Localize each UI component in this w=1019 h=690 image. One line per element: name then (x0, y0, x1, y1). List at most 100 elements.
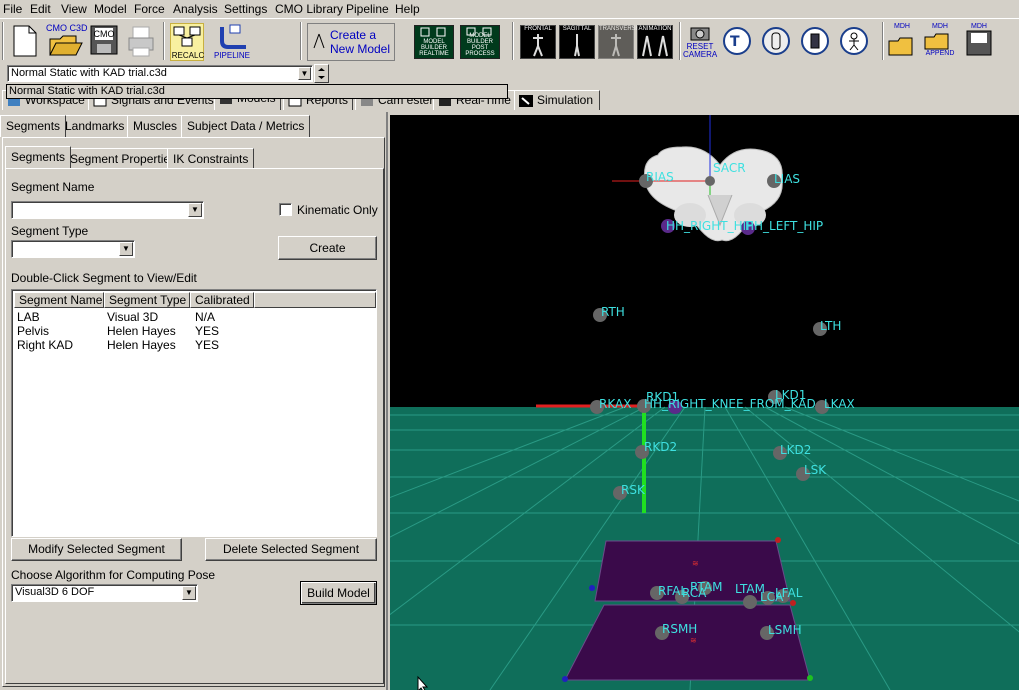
chevron-down-icon[interactable]: ▼ (182, 586, 196, 600)
recalc-button[interactable]: RECALC (170, 23, 204, 61)
build-model-button[interactable]: Build Model (300, 581, 377, 605)
trial-spin-button[interactable] (314, 64, 329, 83)
zoom-button-1[interactable]: T (723, 27, 751, 55)
marker-label: LSMH (768, 623, 802, 637)
inner-tab-segment-properties[interactable]: Segment Properties (64, 148, 183, 168)
zoom-button-3[interactable] (801, 27, 829, 55)
marker-label: SACR (713, 161, 746, 175)
tab-simulation[interactable]: Simulation (514, 90, 601, 110)
zoom-segment-icon (810, 33, 820, 49)
sagittal-view-button[interactable]: SAGITTAL (559, 25, 595, 59)
row-calibrated: YES (195, 324, 220, 338)
marker[interactable] (705, 176, 715, 186)
delete-selected-segment-button[interactable]: Delete Selected Segment (205, 538, 377, 561)
menu-cmo-library[interactable]: CMO Library (275, 2, 343, 16)
new-file-button[interactable] (9, 23, 39, 61)
mdh-label: MDH (894, 23, 910, 30)
menu-edit[interactable]: Edit (30, 2, 51, 16)
segment-list[interactable]: Segment Name Segment Type Calibrated LAB… (11, 289, 377, 537)
mdh-append-button[interactable]: MDH APPEND (922, 23, 958, 61)
marker-label: HH_RIGHT_HIP (666, 219, 753, 233)
new-file-icon (13, 25, 37, 57)
marker-label: RKAX (599, 397, 631, 411)
marker-label: LSK (804, 463, 827, 477)
svg-text:T: T (730, 34, 740, 50)
create-new-model-label-1: Create a (330, 28, 377, 42)
zoom-button-2[interactable] (762, 27, 790, 55)
marker[interactable] (743, 595, 757, 609)
inner-tab-segments[interactable]: Segments (5, 146, 72, 168)
row-calibrated: YES (195, 338, 220, 352)
chevron-down-icon[interactable]: ▼ (119, 242, 133, 256)
tab-segments[interactable]: Segments (0, 115, 67, 137)
menu-settings[interactable]: Settings (224, 2, 267, 16)
kinematic-only-checkbox[interactable] (279, 203, 292, 216)
open-cmo-c3d-button[interactable]: CMO C3D (46, 23, 88, 61)
column-header-segment-name[interactable]: Segment Name (14, 292, 104, 308)
menu-bar: File Edit View Model Force Analysis Sett… (0, 0, 1019, 18)
menu-file[interactable]: File (3, 2, 22, 16)
menu-force[interactable]: Force (134, 2, 165, 16)
print-button[interactable] (126, 23, 156, 61)
chevron-down-icon[interactable]: ▼ (188, 203, 202, 217)
animation-label: ANIMATION (638, 26, 672, 32)
force-plate-2[interactable] (564, 604, 811, 681)
mdh-save-button[interactable]: MDH (964, 23, 994, 61)
marker-label: LIAS (774, 172, 800, 186)
algorithm-combo[interactable]: Visual3D 6 DOF ▼ (11, 584, 198, 602)
segment-type-combo[interactable]: ▼ (11, 240, 135, 258)
menu-model[interactable]: Model (94, 2, 127, 16)
zoom-icon: T (730, 34, 740, 50)
3d-viewport[interactable]: ≋ ≋ RIAS SACR LIAS HH_RIGHT_HIP HH_LEFT_… (390, 115, 1019, 690)
segment-list-caption: Double-Click Segment to View/Edit (11, 271, 197, 285)
toolbar-separator (512, 22, 514, 60)
marker-label: LKAX (824, 397, 855, 411)
transverse-view-button[interactable]: TRANSVERSE (598, 25, 640, 59)
animation-button[interactable]: ANIMATION (637, 25, 673, 59)
tab-landmarks[interactable]: Landmarks (59, 115, 131, 137)
tab-muscles[interactable]: Muscles (127, 115, 184, 137)
frontal-view-button[interactable]: FRONTAL (520, 25, 556, 59)
create-segment-button[interactable]: Create (278, 236, 377, 260)
model-builder-realtime-button[interactable]: MODEL BUILDER REALTIME (414, 25, 454, 59)
menu-pipeline[interactable]: Pipeline (346, 2, 389, 16)
marker-label: RTAM (690, 580, 722, 594)
toolbar-separator (300, 22, 302, 60)
menu-help[interactable]: Help (395, 2, 420, 16)
column-header-calibrated[interactable]: Calibrated (190, 292, 254, 308)
plate-corner (589, 585, 595, 591)
segment-name-combo[interactable]: ▼ (11, 201, 204, 219)
cmo-label: CMO (93, 29, 115, 39)
column-header-segment-type[interactable]: Segment Type (104, 292, 190, 308)
menu-view[interactable]: View (61, 2, 87, 16)
algorithm-value: Visual3D 6 DOF (15, 586, 95, 598)
model-builder-post-button[interactable]: MODEL BUILDER POST PROCESS (460, 25, 500, 59)
simulation-icon (519, 95, 533, 107)
marker-label: RIAS (646, 170, 674, 184)
zoom-button-4[interactable] (840, 27, 868, 55)
inner-tab-ik-constraints[interactable]: IK Constraints (167, 148, 255, 168)
trial-tooltip: Normal Static with KAD trial.c3d (6, 84, 508, 99)
chevron-down-icon[interactable]: ▼ (298, 67, 311, 80)
marker-label: RKD2 (644, 440, 677, 454)
recalc-label: RECALC (171, 51, 205, 60)
algorithm-label: Choose Algorithm for Computing Pose (11, 568, 216, 582)
segment-name-label: Segment Name (11, 180, 95, 194)
row-calibrated: N/A (195, 310, 216, 324)
3d-scene[interactable]: ≋ ≋ RIAS SACR LIAS HH_RIGHT_HIP HH_LEFT_… (390, 115, 1019, 690)
reset-camera-button[interactable]: RESET CAMERA (683, 23, 717, 61)
create-new-model-button[interactable]: Create a New Model (307, 23, 395, 61)
pipeline-button[interactable]: PIPELINE (214, 23, 250, 61)
toolbar-grip (2, 22, 4, 60)
save-cmo-button[interactable]: CMO (88, 23, 120, 61)
marker-label: RSMH (662, 622, 697, 636)
toolbar: CMO C3D CMO RECALC PIPELINE Create a New… (0, 18, 1019, 62)
frontal-label: FRONTAL (524, 26, 552, 32)
tab-subject-data-metrics[interactable]: Subject Data / Metrics (181, 115, 311, 137)
mb-realtime-label: MODEL BUILDER REALTIME (419, 39, 449, 57)
mdh-open-button[interactable]: MDH (886, 23, 918, 61)
modify-selected-segment-button[interactable]: Modify Selected Segment (11, 538, 182, 561)
menu-analysis[interactable]: Analysis (173, 2, 218, 16)
pipeline-label: PIPELINE (214, 51, 251, 60)
trial-file-combo[interactable]: Normal Static with KAD trial.c3d ▼ (7, 65, 313, 82)
